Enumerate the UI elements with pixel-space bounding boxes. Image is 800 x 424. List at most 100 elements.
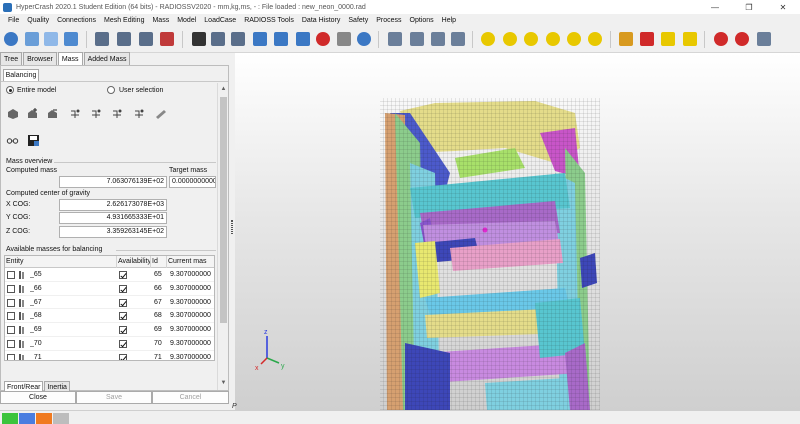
tab-added-mass[interactable]: Added Mass: [83, 52, 131, 65]
menu-help[interactable]: Help: [438, 17, 460, 24]
menu-process[interactable]: Process: [372, 17, 405, 24]
table-row[interactable]: _70 70 9.307000000: [5, 337, 214, 351]
panel-scrollbar[interactable]: ▲ ▼: [217, 83, 228, 390]
table-row[interactable]: _67 67 9.307000000: [5, 296, 214, 310]
menu-radioss-tools[interactable]: RADIOSS Tools: [240, 17, 298, 24]
cube-view-icon[interactable]: [388, 32, 402, 46]
cube-view-4-icon[interactable]: [451, 32, 465, 46]
zoom-icon[interactable]: [25, 32, 39, 46]
status-swatch-blue[interactable]: [19, 413, 35, 424]
scroll-down-icon[interactable]: ▼: [219, 379, 228, 388]
part-yellow-6-icon[interactable]: [588, 32, 602, 46]
scale-icon[interactable]: [296, 32, 310, 46]
row-select-checkbox[interactable]: [7, 326, 15, 335]
target-mass-field[interactable]: 0.0000000000: [169, 176, 216, 188]
remove-mass-icon[interactable]: [46, 107, 59, 120]
add-mass-icon[interactable]: [26, 107, 39, 120]
node-mass-icon[interactable]: [68, 107, 81, 120]
minimize-icon[interactable]: —: [698, 0, 732, 14]
glasses-icon[interactable]: [6, 134, 19, 147]
col-current-mass[interactable]: Current mas: [167, 256, 214, 268]
row-availability-checkbox[interactable]: [119, 271, 127, 279]
transform-icon[interactable]: [211, 32, 225, 46]
part-yellow-5-icon[interactable]: [567, 32, 581, 46]
display-mode-2-icon[interactable]: [640, 32, 654, 46]
mirror-icon[interactable]: [274, 32, 288, 46]
node-mass-2-icon[interactable]: [89, 107, 102, 120]
save-model-icon[interactable]: [192, 32, 206, 46]
distribute-mass-icon[interactable]: [154, 107, 167, 120]
tab-balancing[interactable]: Balancing: [3, 69, 39, 81]
mesh-tool-icon[interactable]: [95, 32, 109, 46]
col-id[interactable]: Id: [151, 256, 167, 268]
row-availability-checkbox[interactable]: [119, 326, 127, 335]
tab-browser[interactable]: Browser: [23, 52, 57, 65]
sphere-icon[interactable]: [714, 32, 728, 46]
row-availability-checkbox[interactable]: [119, 284, 127, 293]
row-availability-checkbox[interactable]: [119, 298, 127, 307]
table-row[interactable]: _69 69 9.307000000: [5, 323, 214, 337]
menu-connections[interactable]: Connections: [53, 17, 100, 24]
display-mode-4-icon[interactable]: [683, 32, 697, 46]
graphics-viewport[interactable]: z y x: [235, 53, 800, 410]
row-select-checkbox[interactable]: [7, 284, 15, 293]
part-yellow-2-icon[interactable]: [503, 32, 517, 46]
status-swatch-gray[interactable]: [53, 413, 69, 424]
menu-mesh-editing[interactable]: Mesh Editing: [100, 17, 148, 24]
status-swatch-green[interactable]: [2, 413, 18, 424]
menu-safety[interactable]: Safety: [344, 17, 372, 24]
node-red-icon[interactable]: [316, 32, 330, 46]
part-yellow-icon[interactable]: [481, 32, 495, 46]
part-yellow-3-icon[interactable]: [524, 32, 538, 46]
row-availability-checkbox[interactable]: [119, 353, 127, 360]
row-availability-checkbox[interactable]: [119, 339, 127, 348]
panel-splitter[interactable]: [231, 220, 233, 234]
settings-icon[interactable]: [757, 32, 771, 46]
mesh-tool-3-icon[interactable]: [139, 32, 153, 46]
menu-file[interactable]: File: [4, 17, 23, 24]
cube-view-3-icon[interactable]: [431, 32, 445, 46]
col-availability[interactable]: Availability: [117, 256, 151, 268]
table-hscrollbar[interactable]: [4, 363, 215, 370]
orbit-icon[interactable]: [357, 32, 371, 46]
refresh-icon[interactable]: [4, 32, 18, 46]
table-row[interactable]: _65 65 9.307000000: [5, 268, 214, 282]
display-mode-icon[interactable]: [619, 32, 633, 46]
mesh-tool-2-icon[interactable]: [117, 32, 131, 46]
row-availability-checkbox[interactable]: [119, 312, 127, 321]
row-select-checkbox[interactable]: [7, 298, 15, 307]
part-yellow-4-icon[interactable]: [546, 32, 560, 46]
tab-tree[interactable]: Tree: [0, 52, 23, 65]
tab-mass[interactable]: Mass: [57, 52, 83, 65]
menu-model[interactable]: Model: [173, 17, 200, 24]
table-row[interactable]: _66 66 9.307000000: [5, 282, 214, 296]
node-mass-3-icon[interactable]: [110, 107, 123, 120]
cancel-button[interactable]: Cancel: [152, 391, 229, 404]
table-row[interactable]: _71 71 9.307000000: [5, 351, 214, 360]
col-entity[interactable]: Entity: [5, 256, 117, 268]
table-row[interactable]: _68 68 9.307000000: [5, 309, 214, 324]
scroll-thumb[interactable]: [220, 97, 227, 323]
status-swatch-orange[interactable]: [36, 413, 52, 424]
display-mode-3-icon[interactable]: [661, 32, 675, 46]
close-window-icon[interactable]: ✕: [766, 0, 800, 14]
user-selection-radio[interactable]: [107, 86, 115, 94]
menu-data-history[interactable]: Data History: [298, 17, 345, 24]
node-mass-4-icon[interactable]: [132, 107, 145, 120]
measure-icon[interactable]: [337, 32, 351, 46]
row-select-checkbox[interactable]: [7, 353, 15, 360]
balance-part-icon[interactable]: [6, 107, 19, 120]
restore-icon[interactable]: ❐: [732, 0, 766, 14]
fit-view-icon[interactable]: [44, 32, 58, 46]
close-button[interactable]: Close: [0, 391, 76, 404]
save-button[interactable]: Save: [76, 391, 152, 404]
menu-mass[interactable]: Mass: [148, 17, 173, 24]
row-select-checkbox[interactable]: [7, 339, 15, 348]
rotate-icon[interactable]: [253, 32, 267, 46]
select-icon[interactable]: [64, 32, 78, 46]
cube-view-2-icon[interactable]: [410, 32, 424, 46]
menu-options[interactable]: Options: [406, 17, 438, 24]
row-select-checkbox[interactable]: [7, 271, 15, 279]
translate-icon[interactable]: [231, 32, 245, 46]
menu-loadcase[interactable]: LoadCase: [200, 17, 240, 24]
